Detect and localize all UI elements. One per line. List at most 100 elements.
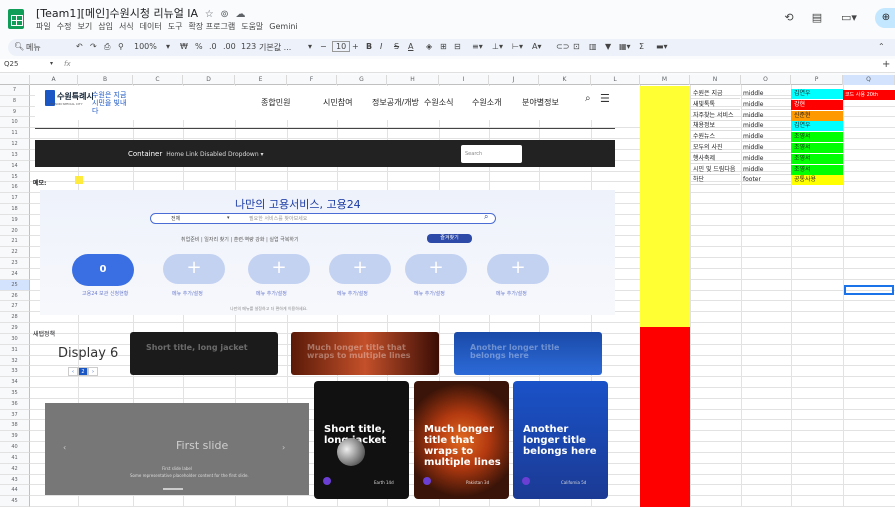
chart-icon[interactable]: ▥ [589, 42, 597, 51]
table-cell[interactable]: middle [741, 132, 791, 143]
menu-data[interactable]: 데이터 [140, 22, 162, 31]
menu-insert[interactable]: 삽입 [98, 22, 113, 31]
font-size-increase[interactable]: + [352, 42, 359, 51]
row-header[interactable]: 18 [0, 204, 30, 215]
font-chevron-icon[interactable]: ▾ [308, 42, 312, 51]
menu-extensions[interactable]: 확장 프로그램 [189, 22, 236, 31]
merge-icon[interactable]: ⊟ [454, 42, 461, 51]
table-cell[interactable]: 수원은 지금 [690, 89, 740, 99]
column-header[interactable]: G [337, 75, 387, 85]
row-header[interactable]: 42 [0, 463, 30, 475]
table-cell[interactable]: 강현 [791, 99, 843, 110]
filter-views-icon[interactable]: ▦▾ [619, 42, 631, 51]
column-header[interactable]: K [539, 75, 591, 85]
row-header[interactable]: 15 [0, 171, 30, 183]
font-size-decrease[interactable]: − [320, 42, 327, 51]
table-cell[interactable]: 수원뉴스 [690, 132, 740, 143]
table-cell[interactable]: 채용정보 [690, 121, 740, 132]
search-icon[interactable]: 🔍︎ [14, 42, 24, 51]
undo-icon[interactable]: ↶ [76, 42, 83, 51]
font-select[interactable]: 기본값 ... [259, 42, 291, 53]
table-cell[interactable]: 조영서 [791, 153, 843, 164]
history-icon[interactable]: ⟲ [780, 9, 798, 27]
column-header[interactable]: F [287, 75, 337, 85]
comments-icon[interactable]: ▤ [808, 9, 826, 27]
column-header[interactable]: N [690, 75, 741, 85]
bold-icon[interactable]: B [366, 42, 372, 51]
column-header[interactable]: O [741, 75, 791, 85]
fill-color-icon[interactable]: ◈ [426, 42, 432, 51]
menu-view[interactable]: 보기 [77, 22, 92, 31]
strikethrough-icon[interactable]: S [394, 42, 399, 51]
table-cell[interactable]: 시민 및 드림다음 [690, 165, 740, 175]
table-cell[interactable]: 조영서 [791, 164, 843, 175]
currency-button[interactable]: ₩ [180, 42, 188, 51]
row-header[interactable]: 45 [0, 496, 30, 507]
row-header[interactable]: 9 [0, 106, 30, 118]
table-cell[interactable]: 조영서 [791, 143, 843, 153]
column-header[interactable]: E [235, 75, 287, 85]
row-header[interactable]: 8 [0, 95, 30, 107]
row-header[interactable]: 19 [0, 214, 30, 226]
print-icon[interactable]: ⎙ [104, 42, 110, 52]
column-header[interactable]: I [439, 75, 489, 85]
row-header[interactable]: 22 [0, 247, 30, 259]
table-cell[interactable]: middle [741, 89, 791, 99]
row-header[interactable]: 33 [0, 366, 30, 378]
filter-icon[interactable]: ▼ [605, 42, 611, 51]
menu-gemini[interactable]: Gemini [269, 22, 297, 31]
row-header[interactable]: 29 [0, 323, 30, 334]
document-title[interactable]: [Team1][메인]수원시청 리뉴얼 IA ☆ ⊚ ☁ [36, 5, 246, 21]
decrease-decimal-button[interactable]: .0 [209, 42, 217, 51]
row-header[interactable]: 20 [0, 225, 30, 237]
row-header[interactable]: 27 [0, 301, 30, 313]
font-size-input[interactable]: 10 [332, 41, 351, 52]
name-box[interactable]: Q25 [4, 60, 18, 68]
row-header[interactable]: 34 [0, 377, 30, 388]
wrap-icon[interactable]: ⊢▾ [512, 42, 523, 51]
row-header[interactable]: 41 [0, 452, 30, 464]
yellow-fill-cells[interactable] [640, 86, 690, 327]
row-header[interactable]: 14 [0, 160, 30, 172]
sheets-logo-icon[interactable] [8, 9, 24, 29]
table-cell[interactable]: middle [741, 143, 791, 153]
row-header[interactable]: 38 [0, 420, 30, 432]
borders-icon[interactable]: ⊞ [440, 42, 447, 51]
table-cell[interactable]: 모두의 사진 [690, 143, 740, 153]
table-cell[interactable]: middle [741, 165, 791, 175]
text-color-icon[interactable]: A [408, 42, 413, 51]
row-header[interactable]: 36 [0, 398, 30, 410]
table-cell[interactable]: middle [741, 121, 791, 132]
comment-icon[interactable]: ⊡ [573, 42, 580, 51]
cloud-icon[interactable]: ☁ [232, 9, 245, 20]
link-icon[interactable]: ⊂⊃ [556, 42, 569, 51]
table-cell[interactable]: middle [741, 100, 791, 110]
align-icon[interactable]: ≡▾ [472, 42, 483, 51]
row-header[interactable]: 11 [0, 128, 30, 140]
column-header[interactable]: M [640, 75, 690, 85]
row-header[interactable]: 16 [0, 182, 30, 194]
row-header[interactable]: 39 [0, 431, 30, 443]
column-header[interactable]: C [133, 75, 183, 85]
table-cell[interactable]: 공통사용 [791, 175, 843, 186]
row-header[interactable]: 26 [0, 290, 30, 302]
column-header[interactable]: J [489, 75, 539, 85]
italic-icon[interactable]: I [380, 42, 382, 51]
row-header[interactable]: 35 [0, 387, 30, 399]
row-header[interactable]: 44 [0, 485, 30, 497]
row-header[interactable]: 24 [0, 268, 30, 280]
column-header[interactable]: B [78, 75, 133, 85]
percent-button[interactable]: % [195, 42, 203, 51]
menu-search[interactable]: 메뉴 [26, 42, 41, 53]
share-button[interactable]: ⊕ [875, 8, 895, 28]
row-header[interactable]: 12 [0, 139, 30, 150]
row-header[interactable]: 31 [0, 344, 30, 356]
more-icon[interactable]: ▬▾ [656, 42, 668, 51]
redo-icon[interactable]: ↷ [90, 42, 97, 51]
row-header[interactable]: 43 [0, 474, 30, 486]
valign-icon[interactable]: ⊥▾ [492, 42, 503, 51]
rotate-icon[interactable]: A▾ [532, 42, 542, 51]
column-header[interactable]: P [791, 75, 843, 85]
column-header[interactable]: A [30, 75, 78, 85]
menu-tools[interactable]: 도구 [168, 22, 183, 31]
